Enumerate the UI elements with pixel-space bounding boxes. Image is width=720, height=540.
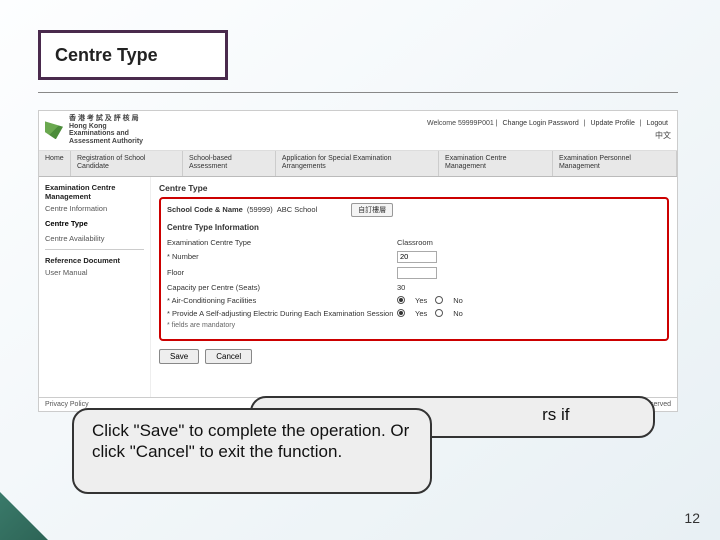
row-exam-centre-type: Examination Centre Type Classroom: [167, 238, 661, 247]
menu-special-arrangements[interactable]: Application for Special Examination Arra…: [276, 151, 439, 176]
cancel-button[interactable]: Cancel: [205, 349, 252, 364]
label-clock: * Provide A Self-adjusting Electric Duri…: [167, 309, 397, 318]
highlight-box: School Code & Name (59999) ABC School 自訂…: [159, 197, 669, 341]
row-aircon: * Air-Conditioning Facilities Yes No: [167, 296, 661, 305]
radio-aircon-yes[interactable]: [397, 296, 405, 304]
value-capacity: 30: [397, 283, 405, 292]
logout-link[interactable]: Logout: [647, 120, 668, 127]
page-title: Centre Type: [159, 183, 669, 193]
sidebar-item-user-manual[interactable]: User Manual: [45, 268, 144, 277]
radio-clock-yes[interactable]: [397, 309, 405, 317]
footer-privacy[interactable]: Privacy Policy: [45, 401, 89, 408]
topbar: 香 港 考 試 及 評 核 局 Hong Kong Examinations a…: [39, 111, 677, 151]
radio-clock-no-label: No: [453, 309, 463, 318]
custom-floor-button[interactable]: 自訂樓層: [351, 203, 393, 217]
label-capacity: Capacity per Centre (Seats): [167, 283, 397, 292]
menu-personnel[interactable]: Examination Personnel Management: [553, 151, 677, 176]
sidebar-item-centre-type[interactable]: Centre Type: [45, 219, 144, 228]
menu-registration[interactable]: Registration of School Candidate: [71, 151, 183, 176]
mandatory-note-text: fields are mandatory: [172, 322, 235, 329]
org-name: 香 港 考 試 及 評 核 局 Hong Kong Examinations a…: [69, 115, 143, 146]
slide-title: Centre Type: [55, 45, 158, 66]
slide-corner-icon: [0, 492, 48, 540]
menu-exam-centre[interactable]: Examination Centre Management: [439, 151, 553, 176]
radio-clock-no[interactable]: [435, 309, 443, 317]
centre-type-info-heading: Centre Type Information: [167, 223, 661, 232]
input-number[interactable]: [397, 251, 437, 263]
logo-icon: [45, 121, 63, 139]
radio-aircon-no-label: No: [453, 296, 463, 305]
row-capacity: Capacity per Centre (Seats) 30: [167, 283, 661, 292]
label-exam-centre-type: Examination Centre Type: [167, 238, 397, 247]
org-name-en2: Examinations and: [69, 130, 143, 138]
welcome-text: Welcome 59999P001: [427, 120, 494, 127]
value-exam-centre-type: Classroom: [397, 238, 433, 247]
app-window: 香 港 考 試 及 評 核 局 Hong Kong Examinations a…: [38, 110, 678, 412]
main-menu: Home Registration of School Candidate Sc…: [39, 151, 677, 177]
sidebar-divider: [45, 249, 144, 250]
update-profile-link[interactable]: Update Profile: [591, 120, 635, 127]
school-code-label: School Code & Name: [167, 205, 243, 214]
row-clock: * Provide A Self-adjusting Electric Duri…: [167, 309, 661, 318]
school-code-value: (59999): [247, 205, 273, 214]
page-number: 12: [684, 510, 700, 526]
radio-aircon: Yes No: [397, 296, 463, 305]
radio-aircon-no[interactable]: [435, 296, 443, 304]
label-floor: Floor: [167, 268, 397, 277]
button-row: Save Cancel: [159, 349, 669, 364]
org-name-en1: Hong Kong: [69, 123, 143, 131]
org-name-cjk: 香 港 考 試 及 評 核 局: [69, 115, 143, 123]
menu-home[interactable]: Home: [39, 151, 71, 176]
radio-clock: Yes No: [397, 309, 463, 318]
divider: [38, 92, 678, 93]
sidebar-item-centre-availability[interactable]: Centre Availability: [45, 234, 144, 243]
save-button[interactable]: Save: [159, 349, 199, 364]
input-floor[interactable]: [397, 267, 437, 279]
radio-aircon-yes-label: Yes: [415, 296, 427, 305]
row-number: * Number: [167, 251, 661, 263]
org-name-en3: Assessment Authority: [69, 138, 143, 146]
row-floor: Floor: [167, 267, 661, 279]
mandatory-note: * fields are mandatory: [167, 322, 661, 329]
main-content: Centre Type School Code & Name (59999) A…: [151, 177, 677, 397]
sidebar: Examination Centre Management Centre Inf…: [39, 177, 151, 397]
label-aircon: * Air-Conditioning Facilities: [167, 296, 397, 305]
callout-front: Click "Save" to complete the operation. …: [72, 408, 432, 494]
topbar-links: Welcome 59999P001 | Change Login Passwor…: [427, 120, 671, 127]
sidebar-item-centre-info[interactable]: Centre Information: [45, 204, 144, 213]
school-name-value: ABC School: [277, 205, 317, 214]
sidebar-section-title: Examination Centre Management: [45, 183, 144, 201]
topbar-right: Welcome 59999P001 | Change Login Passwor…: [427, 120, 671, 141]
content-area: Examination Centre Management Centre Inf…: [39, 177, 677, 397]
label-number: * Number: [167, 252, 397, 261]
menu-sba[interactable]: School-based Assessment: [183, 151, 276, 176]
change-password-link[interactable]: Change Login Password: [503, 120, 579, 127]
language-toggle[interactable]: 中文: [427, 130, 671, 141]
sidebar-ref-title: Reference Document: [45, 256, 144, 265]
radio-clock-yes-label: Yes: [415, 309, 427, 318]
slide-title-box: Centre Type: [38, 30, 228, 80]
school-row: School Code & Name (59999) ABC School 自訂…: [167, 203, 661, 217]
